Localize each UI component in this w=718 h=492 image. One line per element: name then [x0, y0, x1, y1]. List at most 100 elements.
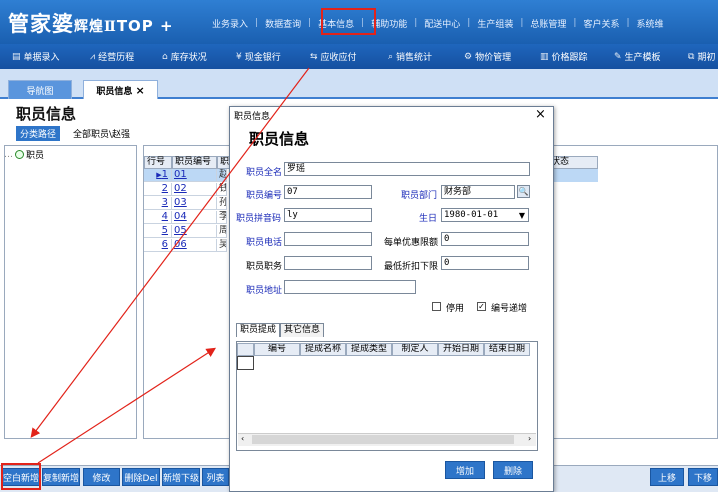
- col-commission-type[interactable]: 提成类型: [346, 343, 392, 356]
- delete-button[interactable]: 删除Del: [122, 468, 160, 486]
- disabled-checkbox[interactable]: [432, 302, 441, 311]
- col-commission-name[interactable]: 提成名称: [300, 343, 346, 356]
- label-position: 职员职务: [246, 262, 283, 272]
- label-emp-code: 职员编号: [246, 191, 283, 201]
- table-row[interactable]: 2 02 钱: [144, 183, 227, 196]
- commission-row-selector[interactable]: [237, 356, 254, 370]
- full-name-field[interactable]: 罗瑶: [284, 162, 530, 176]
- top-nav-item-crm[interactable]: 客户关系: [576, 17, 626, 30]
- top-nav-item-production[interactable]: 生产组装: [470, 17, 520, 30]
- app-logo: 管家婆辉煌ⅡTOP +: [8, 8, 174, 38]
- list-button[interactable]: 列表: [202, 468, 229, 486]
- table-row[interactable]: 5 05 周: [144, 225, 227, 238]
- col-status[interactable]: 状态: [548, 156, 598, 169]
- toolbar-label: 物价管理: [475, 53, 512, 63]
- col-creator[interactable]: 制定人: [392, 343, 438, 356]
- row-name: 李: [217, 211, 227, 224]
- wrench-icon: ✎: [614, 51, 622, 62]
- discount-limit-field[interactable]: 0: [441, 232, 529, 246]
- yen-icon: ¥: [236, 51, 242, 62]
- toolbar-item-document-entry[interactable]: ▤ 单据录入: [12, 50, 60, 64]
- label-auto-increment: 编号递增: [491, 304, 528, 314]
- home-icon: ⌂: [162, 51, 168, 62]
- scroll-left-icon[interactable]: ‹: [241, 434, 244, 443]
- dialog-close-icon[interactable]: ×: [535, 107, 546, 122]
- move-down-button[interactable]: 下移: [688, 468, 718, 486]
- tab-navigation[interactable]: 导航图: [8, 80, 72, 99]
- tab-employee-info[interactable]: 职员信息 ×: [83, 80, 158, 99]
- col-start-date[interactable]: 开始日期: [438, 343, 484, 356]
- tab-other-info[interactable]: 其它信息: [280, 323, 325, 337]
- toolbar-item-cash-bank[interactable]: ¥ 现金银行: [236, 50, 281, 64]
- toolbar-item-receivable[interactable]: ⇆ 应收应付: [310, 50, 357, 64]
- toolbar-item-template[interactable]: ✎ 生产模板: [614, 50, 661, 64]
- col-row-no[interactable]: 行号: [144, 156, 172, 169]
- toolbar-label: 应收应付: [320, 53, 357, 63]
- tab-close-icon[interactable]: ×: [135, 84, 144, 97]
- dialog-window-title: 职员信息: [234, 112, 271, 122]
- min-discount-field[interactable]: 0: [441, 256, 529, 270]
- toolbar-item-price-track[interactable]: ▥ 价格跟踪: [540, 50, 588, 64]
- category-path-button[interactable]: 分类路径: [16, 126, 60, 141]
- tree-node-employees[interactable]: … 职员: [4, 148, 45, 162]
- row-code: 02: [172, 183, 217, 196]
- dialog-heading: 职员信息: [249, 130, 310, 148]
- page-title: 职员信息: [16, 105, 77, 123]
- row-no: ▶1: [144, 169, 172, 182]
- row-name: 吴: [217, 239, 227, 252]
- table-row[interactable]: 6 06 吴: [144, 239, 227, 252]
- search-icon: ⌕: [388, 51, 394, 62]
- tree-node-label: 职员: [26, 151, 45, 161]
- toolbar-label: 库存状况: [170, 53, 207, 63]
- toolbar-item-history[interactable]: ⩘ 经营历程: [90, 50, 134, 64]
- department-field[interactable]: 财务部: [441, 185, 515, 199]
- scrollbar-thumb[interactable]: [252, 435, 514, 444]
- external-icon: ⧉: [688, 51, 695, 62]
- toolbar-item-opening[interactable]: ⧉ 期初: [688, 50, 715, 64]
- top-nav-item-ledger[interactable]: 总账管理: [523, 17, 573, 30]
- col-select: [237, 343, 254, 356]
- dialog-sub-tabs: 职员提成 其它信息: [236, 323, 325, 337]
- move-up-button[interactable]: 上移: [650, 468, 684, 486]
- col-code[interactable]: 编号: [254, 343, 300, 356]
- row-name: 钱: [217, 183, 227, 196]
- tree-node-icon: [15, 150, 24, 159]
- logo-text: 管家婆: [8, 11, 74, 36]
- breadcrumb: 全部职员\赵强: [73, 130, 131, 140]
- add-child-button[interactable]: 新增下级: [162, 468, 200, 486]
- grid-header: 行号 职员编号 职: [144, 156, 235, 169]
- chart-icon: ⩘: [90, 51, 96, 62]
- toolbar-item-inventory[interactable]: ⌂ 库存状况: [162, 50, 207, 64]
- toolbar-item-price-mgmt[interactable]: ⚙ 物价管理: [464, 50, 512, 64]
- label-address: 职员地址: [246, 286, 283, 296]
- top-nav-item-delivery[interactable]: 配送中心: [417, 17, 467, 30]
- row-name: 孙: [217, 197, 227, 210]
- copy-add-button[interactable]: 复制新增: [42, 468, 80, 486]
- toolbar-label: 生产模板: [624, 53, 661, 63]
- position-field[interactable]: [284, 256, 372, 270]
- department-search-icon[interactable]: 🔍: [517, 185, 530, 198]
- auto-increment-checkbox[interactable]: ✓: [477, 302, 486, 311]
- emp-code-field[interactable]: 07: [284, 185, 372, 199]
- edit-button[interactable]: 修改: [83, 468, 120, 486]
- add-button[interactable]: 增加: [445, 461, 485, 479]
- scroll-right-icon[interactable]: ›: [528, 434, 531, 443]
- pinyin-field[interactable]: ly: [284, 208, 372, 222]
- dialog-delete-button[interactable]: 删除: [493, 461, 533, 479]
- top-nav-item-query[interactable]: 数据查询: [258, 17, 308, 30]
- row-no: 2: [144, 183, 172, 196]
- address-field[interactable]: [284, 280, 416, 294]
- table-row[interactable]: 4 04 李: [144, 211, 227, 224]
- top-nav-item-entry[interactable]: 业务录入: [205, 17, 255, 30]
- chevron-down-icon[interactable]: ▼: [516, 209, 528, 221]
- top-nav-item-system[interactable]: 系统维: [630, 17, 671, 30]
- table-row[interactable]: 3 03 孙: [144, 197, 227, 210]
- col-emp-code[interactable]: 职员编号: [172, 156, 217, 169]
- toolbar-item-sales-stats[interactable]: ⌕ 销售统计: [388, 50, 432, 64]
- tab-commission[interactable]: 职员提成: [236, 323, 281, 337]
- col-end-date[interactable]: 结束日期: [484, 343, 530, 356]
- table-row[interactable]: ▶1 01 赵: [144, 169, 227, 182]
- phone-field[interactable]: [284, 232, 372, 246]
- row-code: 03: [172, 197, 217, 210]
- row-code: 04: [172, 211, 217, 224]
